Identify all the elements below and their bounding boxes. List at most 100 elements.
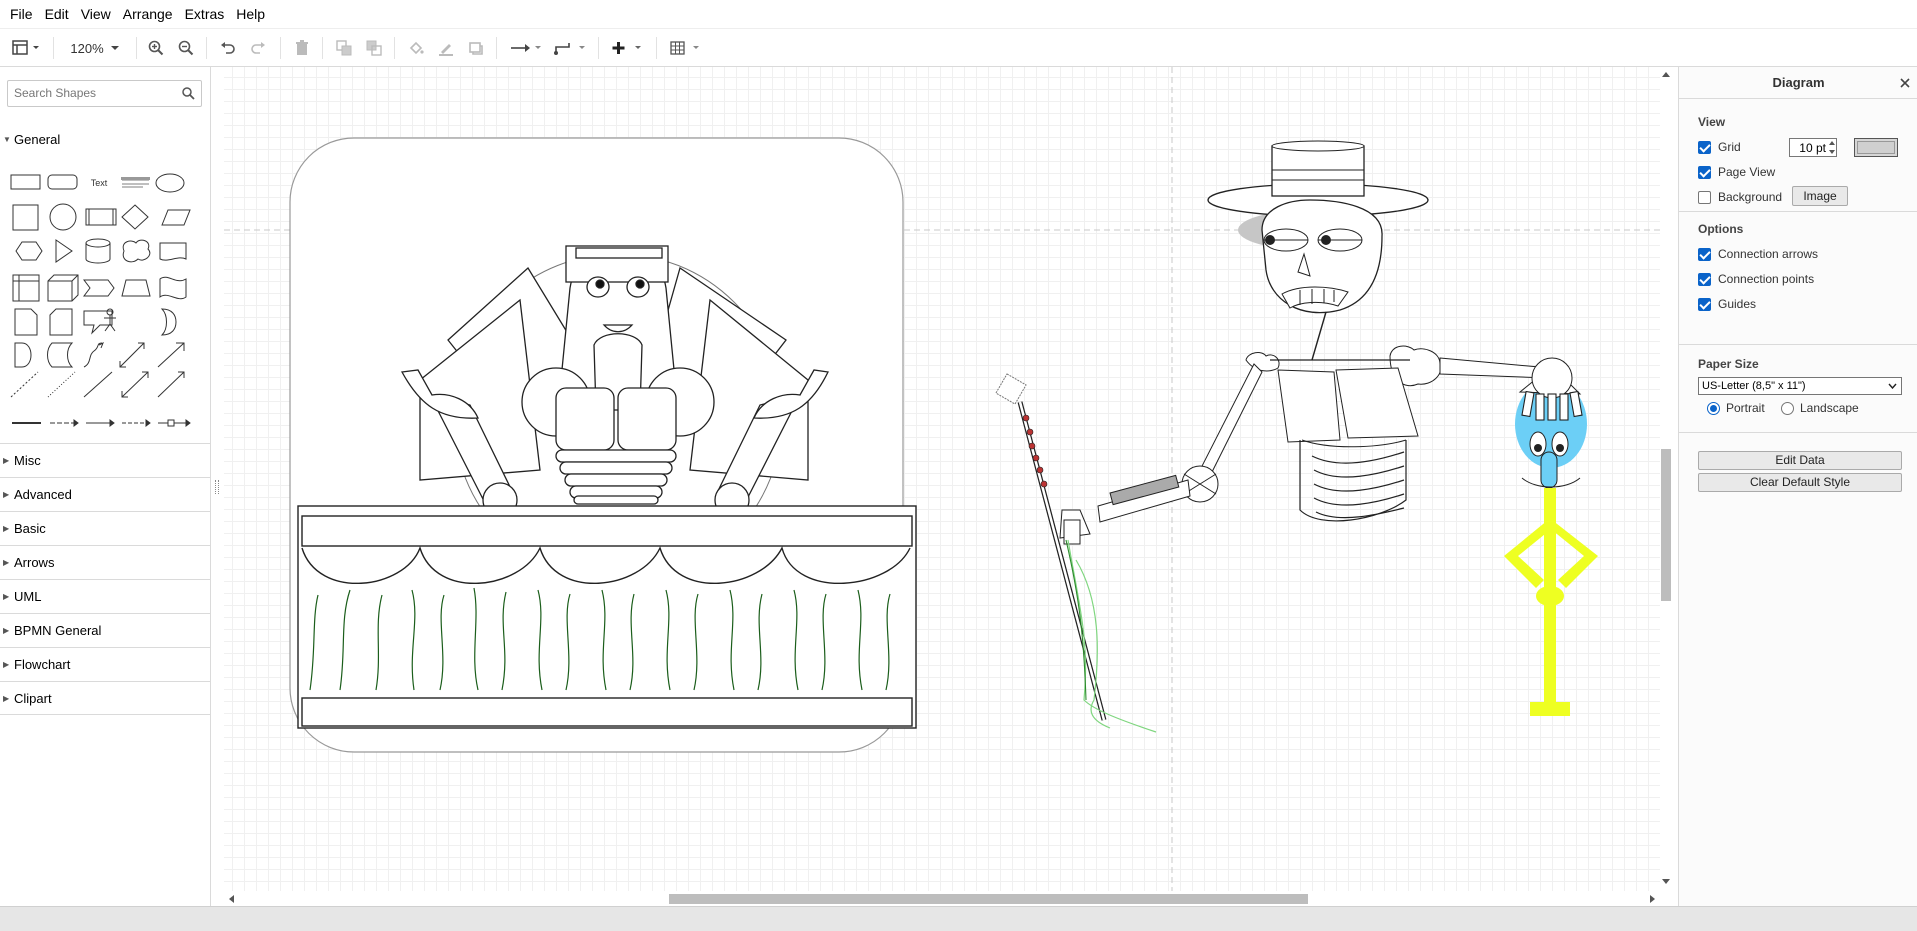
actions-divider <box>1679 432 1917 433</box>
menu-view[interactable]: View <box>75 2 117 26</box>
menu-arrange[interactable]: Arrange <box>117 2 179 26</box>
paper-size-select[interactable]: US-Letter (8,5" x 11") <box>1698 377 1902 395</box>
connection-points-checkbox[interactable] <box>1698 272 1711 286</box>
palette-general[interactable]: ▼ General <box>0 123 211 157</box>
palette-label: Advanced <box>14 487 72 502</box>
portrait-option[interactable]: Portrait <box>1707 401 1765 415</box>
palette-label: Flowchart <box>14 657 71 672</box>
menu-extras[interactable]: Extras <box>179 2 231 26</box>
grid-color-swatch[interactable] <box>1854 138 1898 157</box>
insert-button[interactable] <box>610 37 646 59</box>
palette-flowchart[interactable]: ▶ Flowchart <box>0 647 211 681</box>
shape-text[interactable]: Text <box>91 178 108 188</box>
background-option[interactable]: Background <box>1698 190 1782 204</box>
palette-bpmn-general[interactable]: ▶ BPMN General <box>0 613 211 647</box>
landscape-label: Landscape <box>1800 401 1859 415</box>
sidebar-resize-handle[interactable] <box>215 480 219 494</box>
palette-misc[interactable]: ▶ Misc <box>0 443 211 477</box>
connection-arrows-checkbox[interactable] <box>1698 247 1711 261</box>
horizontal-scroll-thumb <box>669 894 1308 904</box>
menu-edit[interactable]: Edit <box>39 2 75 26</box>
delete-button[interactable] <box>292 37 312 59</box>
zoom-dropdown[interactable]: 120% <box>66 37 124 59</box>
landscape-option[interactable]: Landscape <box>1781 401 1859 415</box>
drawing-canvas[interactable] <box>224 67 1660 891</box>
trash-icon <box>296 40 308 55</box>
triangle-right-icon: ▶ <box>3 456 10 465</box>
chevron-down-icon <box>110 46 119 50</box>
squidward-figure[interactable] <box>1504 357 1598 716</box>
fill-color-button[interactable] <box>406 37 426 59</box>
to-front-icon <box>336 40 352 56</box>
landscape-radio[interactable] <box>1781 401 1794 415</box>
palette-arrows[interactable]: ▶ Arrows <box>0 545 211 579</box>
palette-uml[interactable]: ▶ UML <box>0 579 211 613</box>
close-icon[interactable] <box>1899 77 1911 89</box>
right-chest-plate <box>617 387 677 451</box>
connection-style-button[interactable] <box>508 37 544 59</box>
palette-advanced[interactable]: ▶ Advanced <box>0 477 211 511</box>
horizontal-scroll-track <box>229 894 1655 904</box>
edit-data-button[interactable]: Edit Data <box>1698 451 1902 470</box>
grid-size-stepper[interactable] <box>1827 138 1837 157</box>
triangle-right-icon: ▶ <box>3 490 10 499</box>
zoom-in-button[interactable] <box>146 37 166 59</box>
line-color-button[interactable] <box>436 37 456 59</box>
shape-ellipse <box>155 173 185 193</box>
menu-help[interactable]: Help <box>230 2 271 26</box>
image-button[interactable]: Image <box>1792 186 1848 206</box>
palette-basic[interactable]: ▶ Basic <box>0 511 211 545</box>
portrait-radio[interactable] <box>1707 401 1720 415</box>
vertical-scroll-thumb <box>1661 449 1671 601</box>
shape-textbox <box>121 177 150 180</box>
menu-file[interactable]: File <box>4 2 39 26</box>
undo-button[interactable] <box>218 37 238 59</box>
zoom-out-button[interactable] <box>176 37 196 59</box>
portrait-label: Portrait <box>1726 401 1765 415</box>
to-front-button[interactable] <box>334 37 354 59</box>
shape-document <box>159 242 187 261</box>
shape-circle <box>49 203 77 231</box>
shape-step <box>83 279 115 297</box>
staff-ornament <box>995 373 1027 405</box>
connection-points-option[interactable]: Connection points <box>1698 272 1814 286</box>
clear-default-style-button[interactable]: Clear Default Style <box>1698 473 1902 492</box>
shadow-button[interactable] <box>466 37 486 59</box>
palette-clipart[interactable]: ▶ Clipart <box>0 681 211 715</box>
shape-arrow <box>157 342 185 368</box>
grid-checkbox[interactable] <box>1698 140 1711 154</box>
palette-label: Arrows <box>14 555 55 570</box>
palette-label: Misc <box>14 453 41 468</box>
triangle-down-icon: ▼ <box>3 135 11 144</box>
background-checkbox[interactable] <box>1698 190 1711 204</box>
background-label: Background <box>1718 190 1783 204</box>
to-back-button[interactable] <box>364 37 384 59</box>
search-icon[interactable] <box>182 87 195 100</box>
view-heading: View <box>1698 115 1726 129</box>
horizontal-scrollbar[interactable] <box>224 891 1672 906</box>
table-button[interactable] <box>668 37 704 59</box>
judge-bench-group[interactable] <box>289 137 917 753</box>
general-shapes-grid[interactable]: Text <box>8 167 208 427</box>
palette-label: General <box>14 132 61 147</box>
chevron-down-icon <box>1888 383 1897 389</box>
connection-arrows-option[interactable]: Connection arrows <box>1698 247 1818 261</box>
search-input[interactable]: Search Shapes <box>7 80 202 107</box>
vertical-scrollbar[interactable] <box>1660 67 1672 891</box>
view-layout-button[interactable] <box>8 37 44 59</box>
zoom-value: 120% <box>70 40 104 56</box>
page-view-checkbox[interactable] <box>1698 165 1711 179</box>
waypoints-button[interactable] <box>552 37 588 59</box>
page-view-option[interactable]: Page View <box>1698 165 1775 179</box>
scroll-right-icon <box>1650 895 1655 903</box>
triangle-right-icon: ▶ <box>3 660 10 669</box>
guides-checkbox[interactable] <box>1698 297 1711 311</box>
toolbar: 120% <box>0 28 1917 67</box>
triangle-right-icon: ▶ <box>3 524 10 533</box>
redo-button[interactable] <box>248 37 268 59</box>
grid-option[interactable]: Grid <box>1698 140 1741 154</box>
shape-bidirectional-connector <box>121 371 149 398</box>
guides-option[interactable]: Guides <box>1698 297 1756 311</box>
status-bar <box>0 906 1917 931</box>
paint-bucket-icon <box>409 41 424 55</box>
